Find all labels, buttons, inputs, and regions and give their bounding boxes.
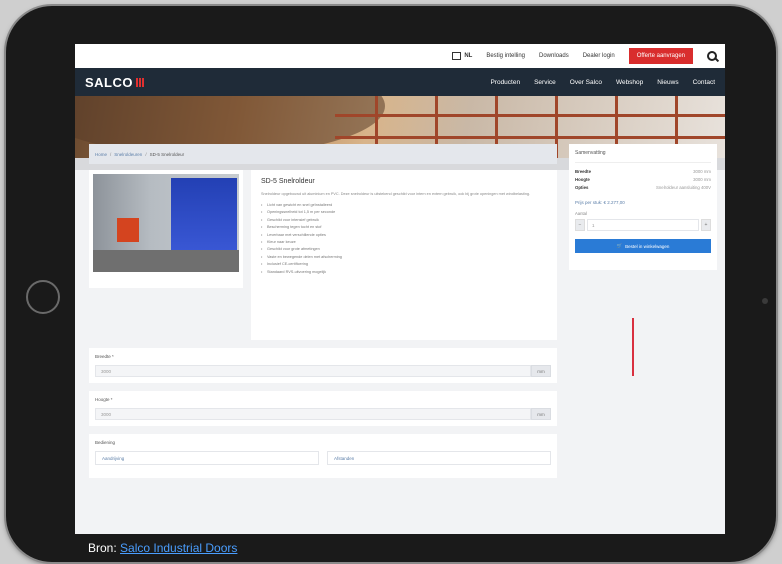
source-caption: Bron: Salco Industrial Doors [88,541,237,555]
language-selector[interactable]: NL [452,52,472,60]
product-description: SD-5 Snelroldeur Snelroldeur opgebouwd u… [251,170,557,340]
summary-title: Samenvatting [575,150,711,163]
increment-button[interactable]: + [701,219,711,231]
list-item: Openingssnelheid tot 1,5 m per seconde [261,209,547,217]
feature-list: Licht van gewicht en snel geïnstalleerd … [261,202,547,276]
nav-item-producten[interactable]: Producten [490,79,520,86]
source-link[interactable]: Salco Industrial Doors [120,541,237,555]
height-input[interactable]: 3000 [95,408,531,420]
height-field-card: Hoogte * 3000 mm [89,391,557,426]
annotation-line [632,318,634,376]
logo-mark-icon [136,77,145,87]
quantity-label: Aantal [575,211,587,216]
nav-item-webshop[interactable]: Webshop [616,79,643,86]
nav-item-nieuws[interactable]: Nieuws [657,79,678,86]
bediening-label: Bediening [95,440,116,445]
product-image-card [89,170,243,288]
width-unit: mm [531,365,551,377]
price-link[interactable]: Prijs per stuk: € 2.277,00 [575,200,711,205]
height-label: Hoogte * [95,397,113,402]
add-to-cart-label: Bestel in winkelwagen [625,243,670,249]
flag-icon [452,52,462,60]
logo[interactable]: SALCO [85,75,145,90]
spec-value: 3000 mm [693,177,711,182]
nav-item-contact[interactable]: Contact [693,79,715,86]
list-item: Vaste en bewegende delen met afscherming [261,254,547,262]
height-unit: mm [531,408,551,420]
topbar-link[interactable]: Bestig intelling [486,53,525,59]
nav-item-over-salco[interactable]: Over Salco [570,79,602,86]
width-field-card: Breedte * 3000 mm [89,348,557,383]
spec-key: Opties [575,185,589,190]
decrement-button[interactable]: − [575,219,585,231]
list-item: Bescherming tegen tocht en stof [261,224,547,232]
list-item: Inclusief CE-certificering [261,261,547,269]
camera-icon [762,298,768,304]
list-item: Standaard RVS-uitvoering mogelijk [261,269,547,277]
breadcrumb-current: SD-5 Snelroldeur [149,151,185,157]
bediening-card: Bediening Aandrijving Afstanden [89,434,557,478]
caption-prefix: Bron: [88,541,121,555]
language-code: NL [464,53,473,59]
spec-key: Hoogte [575,177,590,182]
product-intro: Snelroldeur opgebouwd uit aluminium en P… [261,192,531,196]
main-content: Home / Snelroldeuren / SD-5 Snelroldeur … [89,144,557,478]
width-label: Breedte * [95,354,114,359]
list-item: Leverbaar met verschillende opties [261,232,547,240]
breadcrumb-home[interactable]: Home [95,152,107,157]
logo-text: SALCO [85,74,133,90]
main-nav: SALCO Producten Service Over Salco Websh… [75,68,725,96]
top-utility-bar: NL Bestig intelling Downloads Dealer log… [75,44,725,68]
offer-button[interactable]: Offerte aanvragen [628,48,693,64]
product-title: SD-5 Snelroldeur [261,178,315,185]
topbar-link[interactable]: Dealer login [583,53,615,59]
list-item: Geschikt voor intensief gebruik [261,217,547,225]
browser-screen: NL Bestig intelling Downloads Dealer log… [75,44,725,534]
topbar-link[interactable]: Downloads [539,53,569,59]
list-item: Kleur naar keuze [261,239,547,247]
quantity-input[interactable]: 1 [587,219,699,231]
search-icon[interactable] [707,51,717,61]
nav-item-service[interactable]: Service [534,79,556,86]
spec-value: Snelroldeur aansluiting 400V [656,185,711,190]
width-input[interactable]: 3000 [95,365,531,377]
product-photo[interactable] [93,174,239,272]
spec-value: 3000 mm [693,169,711,174]
spec-key: Breedte [575,169,592,174]
bediening-option[interactable]: Aandrijving [95,451,319,465]
home-button[interactable] [26,280,60,314]
bediening-option[interactable]: Afstanden [327,451,551,465]
add-to-cart-button[interactable]: 🛒 Bestel in winkelwagen [575,239,711,253]
cart-icon: 🛒 [616,243,623,248]
breadcrumb-category[interactable]: Snelroldeuren [114,152,142,157]
list-item: Geschikt voor grote afmetingen [261,246,547,254]
summary-sidebar: Samenvatting Breedte 3000 mm Hoogte 3000… [569,144,717,270]
list-item: Licht van gewicht en snel geïnstalleerd [261,202,547,210]
breadcrumb: Home / Snelroldeuren / SD-5 Snelroldeur [89,144,557,164]
quantity-stepper: − 1 + [575,219,711,231]
